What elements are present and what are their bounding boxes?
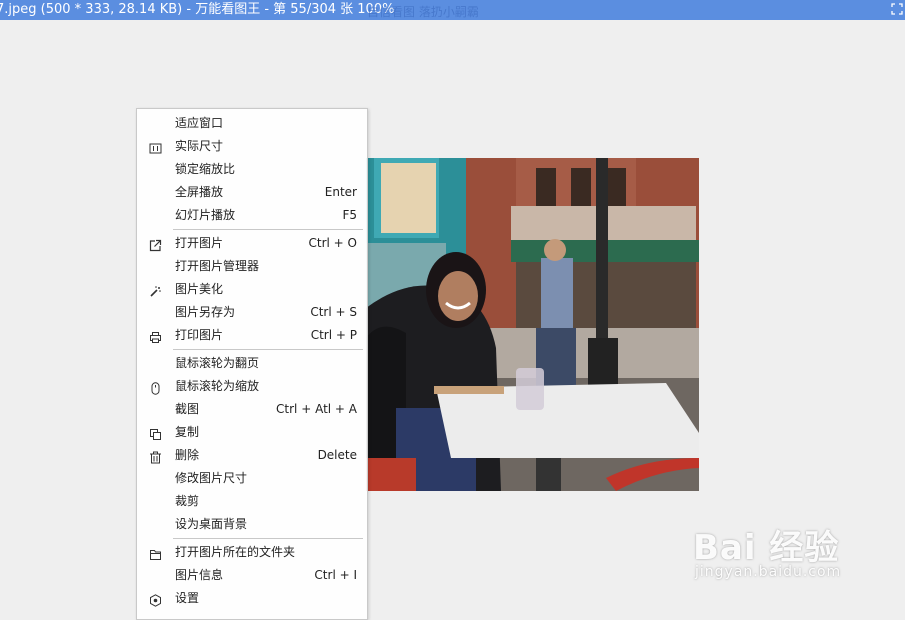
menu-separator [173, 538, 363, 539]
menu-item-actual-size[interactable]: 实际尺寸 [137, 135, 367, 158]
menu-item-shortcut: Enter [324, 185, 357, 199]
menu-item-open-image[interactable]: 打开图片 Ctrl + O [137, 232, 367, 255]
menu-item-label: 锁定缩放比 [175, 162, 236, 176]
menu-item-fit-window[interactable]: 适应窗口 [137, 112, 367, 135]
menu-item-copy[interactable]: 复制 [137, 421, 367, 444]
menu-item-label: 鼠标滚轮为缩放 [175, 379, 260, 393]
magic-wand-icon [149, 283, 162, 297]
menu-item-label: 截图 [175, 402, 200, 416]
settings-icon [149, 592, 162, 607]
menu-item-open-folder[interactable]: 打开图片所在的文件夹 [137, 541, 367, 564]
menu-item-label: 裁剪 [175, 494, 200, 508]
menu-item-shortcut: Ctrl + P [310, 328, 357, 342]
menu-item-label: 设为桌面背景 [175, 517, 248, 531]
title-bar: 7.jpeg (500 * 333, 28.14 KB) - 万能看图王 - 第… [0, 0, 905, 20]
menu-separator [173, 349, 363, 350]
menu-item-fullscreen[interactable]: 全屏播放 Enter [137, 181, 367, 204]
displayed-photo [366, 158, 699, 491]
menu-item-lock-zoom[interactable]: 锁定缩放比 [137, 158, 367, 181]
watermark-url: jingyan.baidu.com [695, 564, 842, 580]
menu-separator [173, 229, 363, 230]
menu-item-shortcut: Ctrl + Atl + A [276, 402, 357, 416]
menu-item-label: 实际尺寸 [175, 139, 224, 153]
menu-item-set-wallpaper[interactable]: 设为桌面背景 [137, 513, 367, 536]
menu-item-label: 复制 [175, 425, 200, 439]
menu-item-label: 打开图片管理器 [175, 259, 260, 273]
menu-item-delete[interactable]: 删除 Delete [137, 444, 367, 467]
menu-item-label: 鼠标滚轮为翻页 [175, 356, 260, 370]
menu-item-label: 修改图片尺寸 [175, 471, 248, 485]
menu-item-image-info[interactable]: 图片信息 Ctrl + I [137, 564, 367, 587]
maximize-icon[interactable] [890, 3, 903, 16]
menu-item-resize[interactable]: 修改图片尺寸 [137, 467, 367, 490]
menu-item-shortcut: Ctrl + O [308, 236, 357, 250]
ghost-title-text: 自信看图 落扔小嗣霸 [367, 5, 479, 19]
menu-item-crop[interactable]: 裁剪 [137, 490, 367, 513]
window-title: 7.jpeg (500 * 333, 28.14 KB) - 万能看图王 - 第… [0, 2, 395, 17]
menu-item-slideshow[interactable]: 幻灯片播放 F5 [137, 204, 367, 227]
menu-item-wheel-page[interactable]: 鼠标滚轮为翻页 [137, 352, 367, 375]
menu-item-shortcut: Ctrl + S [310, 305, 357, 319]
menu-item-label: 打印图片 [175, 328, 224, 342]
menu-item-screenshot[interactable]: 截图 Ctrl + Atl + A [137, 398, 367, 421]
baidu-watermark: Bai 经验 jingyan.baidu.com [693, 508, 893, 588]
menu-item-label: 图片另存为 [175, 305, 236, 319]
menu-item-save-as[interactable]: 图片另存为 Ctrl + S [137, 301, 367, 324]
menu-item-label: 图片信息 [175, 568, 224, 582]
menu-item-label: 图片美化 [175, 282, 224, 296]
folder-icon [149, 546, 162, 560]
printer-icon [149, 329, 162, 343]
copy-icon [149, 426, 162, 440]
menu-item-label: 适应窗口 [175, 116, 224, 130]
menu-item-label: 打开图片 [175, 236, 224, 250]
menu-item-print[interactable]: 打印图片 Ctrl + P [137, 324, 367, 347]
menu-item-shortcut: Ctrl + I [314, 568, 357, 582]
menu-item-beautify[interactable]: 图片美化 [137, 278, 367, 301]
open-external-icon [149, 237, 162, 252]
trash-icon [149, 449, 162, 464]
mouse-icon [149, 380, 162, 395]
menu-item-open-image-manager[interactable]: 打开图片管理器 [137, 255, 367, 278]
menu-item-label: 打开图片所在的文件夹 [175, 545, 296, 559]
menu-item-label: 全屏播放 [175, 185, 224, 199]
menu-item-label: 幻灯片播放 [175, 208, 236, 222]
actual-size-icon [149, 140, 162, 154]
watermark-logo: Bai 经验 [693, 528, 840, 568]
menu-item-wheel-zoom[interactable]: 鼠标滚轮为缩放 [137, 375, 367, 398]
menu-item-shortcut: F5 [342, 208, 357, 222]
menu-item-label: 删除 [175, 448, 200, 462]
context-menu: 适应窗口 实际尺寸 锁定缩放比 全屏播放 Enter 幻灯片播放 F5 打开图片… [136, 108, 368, 620]
menu-item-shortcut: Delete [317, 448, 357, 462]
